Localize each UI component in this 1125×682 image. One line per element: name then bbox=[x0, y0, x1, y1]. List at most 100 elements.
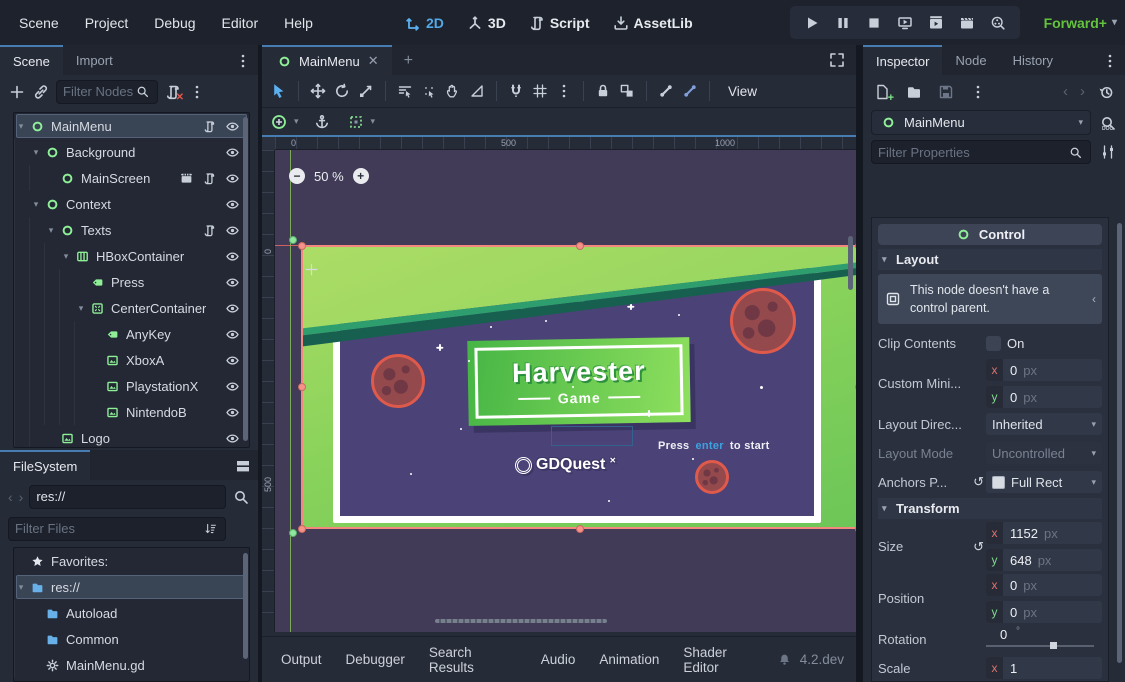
list-select-tool-button[interactable] bbox=[396, 82, 414, 100]
tab-filesystem[interactable]: FileSystem bbox=[0, 450, 90, 480]
section-transform[interactable]: ▾Transform bbox=[878, 498, 1102, 519]
play-button[interactable] bbox=[800, 11, 824, 35]
rotate-tool-button[interactable] bbox=[333, 82, 351, 100]
zoom-level[interactable]: 50 % bbox=[314, 169, 344, 184]
tree-row-res[interactable]: ▾res:// bbox=[14, 574, 249, 600]
notifications-bell-icon[interactable] bbox=[776, 651, 794, 669]
workspace-assetlib[interactable]: AssetLib bbox=[606, 10, 699, 36]
smart-snap-button[interactable] bbox=[507, 82, 525, 100]
section-layout[interactable]: ▾Layout bbox=[878, 249, 1102, 270]
forward-button[interactable]: › bbox=[19, 489, 24, 505]
eye-icon[interactable] bbox=[223, 143, 241, 161]
clapper-button[interactable] bbox=[955, 11, 979, 35]
eye-icon[interactable] bbox=[223, 221, 241, 239]
expand-arrow[interactable]: ▾ bbox=[29, 147, 43, 158]
bottom-panel-search-results[interactable]: Search Results bbox=[418, 639, 528, 681]
selection-handle[interactable] bbox=[576, 242, 584, 250]
eye-icon[interactable] bbox=[223, 299, 241, 317]
script-icon[interactable] bbox=[200, 117, 218, 135]
file-tree-scrollbar[interactable] bbox=[243, 553, 248, 659]
group-node-button[interactable] bbox=[618, 82, 636, 100]
zoom-in-button[interactable]: + bbox=[353, 168, 369, 184]
checkbox[interactable] bbox=[986, 336, 1001, 351]
selection-handle[interactable] bbox=[576, 525, 584, 533]
tree-row-anykey[interactable]: AnyKey bbox=[14, 321, 249, 347]
tab-history[interactable]: History bbox=[1000, 45, 1066, 75]
expand-arrow[interactable]: ▾ bbox=[44, 225, 58, 236]
ruler-tool-button[interactable] bbox=[468, 82, 486, 100]
canvas-content[interactable]: Harvester Game Pressen bbox=[275, 150, 856, 632]
tree-row-autoload[interactable]: Autoload bbox=[14, 600, 249, 626]
anchor-handle[interactable] bbox=[289, 529, 297, 537]
skeleton-button[interactable] bbox=[657, 82, 675, 100]
revert-icon[interactable]: ↺ bbox=[973, 474, 986, 490]
tree-row-mainscreen[interactable]: MainScreen bbox=[14, 165, 249, 191]
monitorplay-button[interactable] bbox=[893, 11, 917, 35]
container-sizing-button[interactable] bbox=[347, 113, 365, 131]
2d-canvas[interactable]: 0 500 1000 0 500 Harvester bbox=[262, 137, 856, 632]
reel-button[interactable] bbox=[986, 11, 1010, 35]
scene-tree-scrollbar[interactable] bbox=[243, 117, 248, 441]
value-field-x[interactable]: x0px bbox=[986, 359, 1102, 381]
panel-menu-icon[interactable] bbox=[234, 52, 252, 70]
tab-mainmenu-scene[interactable]: MainMenu ✕ bbox=[262, 45, 392, 75]
menu-debug[interactable]: Debug bbox=[143, 10, 206, 36]
movie-icon[interactable] bbox=[177, 169, 195, 187]
renderer-dropdown[interactable]: Forward+ ▾ bbox=[1044, 0, 1117, 45]
script-icon[interactable] bbox=[200, 169, 218, 187]
eye-icon[interactable] bbox=[223, 273, 241, 291]
node-selector-dropdown[interactable]: MainMenu ▾ bbox=[871, 110, 1091, 135]
tree-row-logo[interactable]: Logo bbox=[14, 425, 249, 448]
move-tool-button[interactable] bbox=[309, 82, 327, 100]
new-resource-button[interactable]: + bbox=[873, 83, 891, 101]
workspace-3d[interactable]: 3D bbox=[460, 10, 512, 36]
menu-editor[interactable]: Editor bbox=[211, 10, 270, 36]
bottom-panel-output[interactable]: Output bbox=[270, 646, 333, 673]
tree-row-texts[interactable]: ▾Texts bbox=[14, 217, 249, 243]
grid-snap-button[interactable] bbox=[531, 82, 549, 100]
dropdown-layout-mode[interactable]: Uncontrolled▾ bbox=[986, 442, 1102, 464]
value-field-y[interactable]: y0px bbox=[986, 386, 1102, 408]
snap-options-button[interactable] bbox=[555, 82, 573, 100]
resource-menu-button[interactable] bbox=[969, 83, 987, 101]
selection-handle[interactable] bbox=[298, 383, 306, 391]
workspace-script[interactable]: Script bbox=[522, 10, 596, 36]
lock-node-button[interactable] bbox=[594, 82, 612, 100]
tab-node[interactable]: Node bbox=[942, 45, 999, 75]
selection-handle[interactable] bbox=[298, 525, 306, 533]
inspector-scrollbar[interactable] bbox=[1117, 223, 1122, 663]
panel-menu-icon[interactable] bbox=[1101, 52, 1119, 70]
script-icon[interactable] bbox=[200, 221, 218, 239]
detach-script-button[interactable]: ✕ bbox=[164, 83, 182, 101]
tree-row-common[interactable]: Common bbox=[14, 626, 249, 652]
tree-row-mainmenugd[interactable]: MainMenu.gd bbox=[14, 652, 249, 678]
filter-properties-input[interactable]: Filter Properties bbox=[871, 140, 1091, 164]
tree-row-press[interactable]: Press bbox=[14, 269, 249, 295]
expand-arrow[interactable]: ▾ bbox=[29, 199, 43, 210]
load-resource-button[interactable] bbox=[905, 83, 923, 101]
value-field-x[interactable]: x0px bbox=[986, 574, 1102, 596]
menu-scene[interactable]: Scene bbox=[8, 10, 70, 36]
eye-icon[interactable] bbox=[223, 377, 241, 395]
expand-arrow[interactable]: ▾ bbox=[59, 251, 73, 262]
filter-files-input[interactable]: Filter Files bbox=[8, 517, 226, 541]
slider-knob[interactable] bbox=[1050, 642, 1057, 649]
anchor-preset-button[interactable] bbox=[270, 113, 288, 131]
bottom-panel-animation[interactable]: Animation bbox=[588, 646, 670, 673]
bottom-panel-audio[interactable]: Audio bbox=[530, 646, 587, 673]
canvas-vscrollbar[interactable] bbox=[848, 236, 853, 290]
open-docs-button[interactable]: DOC bbox=[1099, 114, 1117, 132]
new-scene-tab-button[interactable]: + bbox=[404, 52, 413, 70]
tab-scene[interactable]: Scene bbox=[0, 45, 63, 75]
pivot-tool-button[interactable] bbox=[420, 82, 438, 100]
chevron-left-icon[interactable]: ‹ bbox=[1092, 292, 1096, 306]
dropdown-anchors-p[interactable]: Full Rect▾ bbox=[986, 471, 1102, 493]
object-history-button[interactable] bbox=[1097, 83, 1115, 101]
tree-row-favorites[interactable]: Favorites: bbox=[14, 548, 249, 574]
value-field-y[interactable]: y0px bbox=[986, 601, 1102, 623]
tree-row-mainmenu[interactable]: ▾MainMenu bbox=[14, 113, 249, 139]
eye-icon[interactable] bbox=[223, 117, 241, 135]
menu-project[interactable]: Project bbox=[74, 10, 140, 36]
value-field-x[interactable]: x1 bbox=[986, 657, 1102, 679]
pause-button[interactable] bbox=[831, 11, 855, 35]
